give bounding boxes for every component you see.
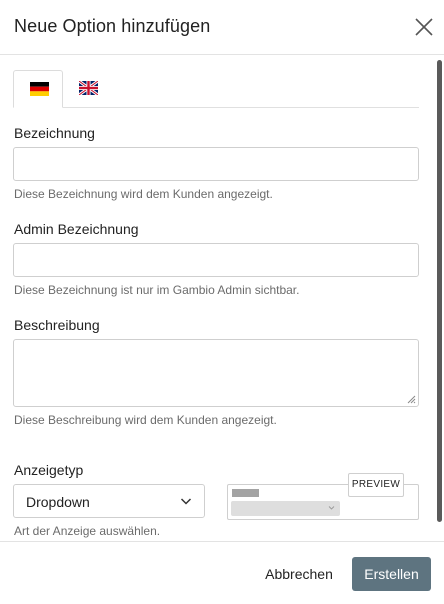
description-label: Beschreibung [14,317,100,333]
admin-name-label: Admin Bezeichnung [14,221,139,237]
dialog-header: Neue Option hinzufügen [0,0,444,55]
preview-badge: PREVIEW [348,473,404,497]
display-type-label: Anzeigetyp [14,462,84,478]
tab-german[interactable] [13,70,63,108]
dialog-title: Neue Option hinzufügen [14,16,211,36]
name-input[interactable] [13,147,419,181]
chevron-down-icon [180,498,192,505]
preview-label-placeholder [232,489,259,497]
cancel-button[interactable]: Abbrechen [255,557,343,591]
admin-name-input[interactable] [13,243,419,277]
admin-name-help-text: Diese Bezeichnung ist nur im Gambio Admi… [14,283,300,297]
tabs-divider [62,107,419,108]
display-type-help-text: Art der Anzeige auswählen. [14,524,161,538]
create-button[interactable]: Erstellen [352,557,431,591]
display-type-selected-value: Dropdown [26,494,90,510]
flag-united-kingdom-icon [79,81,98,95]
name-help-text: Diese Bezeichnung wird dem Kunden angeze… [14,187,273,201]
tab-english[interactable] [63,70,113,108]
display-type-select[interactable]: Dropdown [13,484,205,518]
description-textarea[interactable] [13,339,419,407]
flag-germany-icon [30,82,49,96]
chevron-down-icon [328,506,335,510]
resize-handle-icon[interactable] [407,395,416,404]
name-label: Bezeichnung [14,125,95,141]
preview-dropdown-placeholder [231,501,340,516]
scrollbar-thumb[interactable] [437,60,442,522]
description-help-text: Diese Beschreibung wird dem Kunden angez… [14,413,277,427]
close-icon[interactable] [413,16,435,38]
